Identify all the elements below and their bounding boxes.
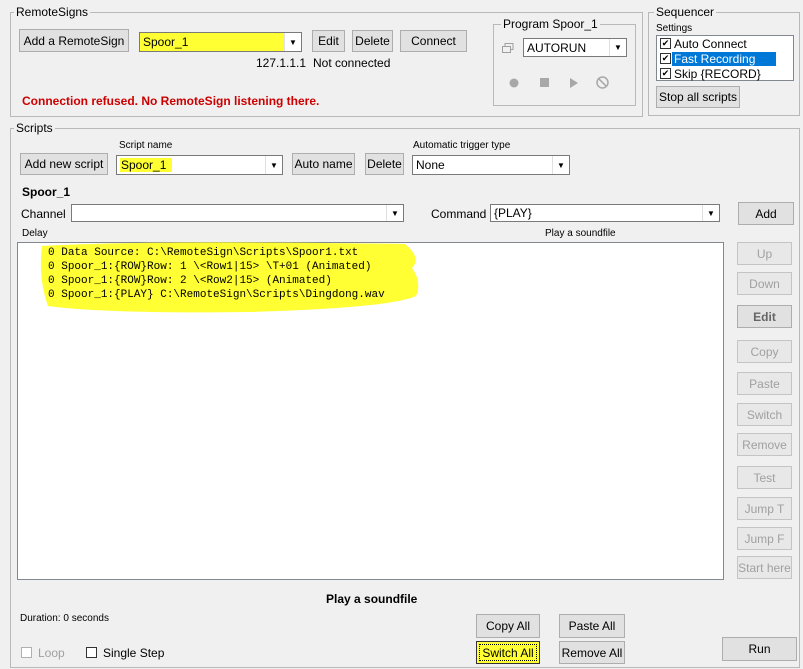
remotesigns-group-title: RemoteSigns bbox=[14, 5, 91, 19]
sequencer-group-title: Sequencer bbox=[654, 5, 717, 19]
switch-all-button[interactable]: Switch All bbox=[476, 641, 540, 664]
script-name-select[interactable]: Spoor_1 ▼ bbox=[116, 155, 283, 175]
script-duration: Duration: 0 seconds bbox=[20, 613, 109, 624]
line-delay: 0 bbox=[48, 275, 55, 287]
script-line[interactable]: 0 Spoor_1:{PLAY} C:\RemoteSign\Scripts\D… bbox=[48, 289, 385, 301]
chevron-down-icon[interactable]: ▼ bbox=[609, 39, 626, 56]
command-label: Command bbox=[431, 207, 487, 221]
remove-line-button[interactable]: Remove bbox=[737, 433, 792, 456]
settings-label: Settings bbox=[656, 23, 693, 34]
line-delay: 0 bbox=[48, 261, 55, 273]
line-delay: 0 bbox=[48, 247, 55, 259]
chevron-down-icon[interactable]: ▼ bbox=[265, 156, 282, 174]
loop-label: Loop bbox=[38, 646, 65, 660]
connection-status: Not connected bbox=[313, 56, 391, 70]
auto-name-button[interactable]: Auto name bbox=[292, 153, 355, 175]
add-command-button[interactable]: Add bbox=[738, 202, 794, 225]
trigger-type-label: Automatic trigger type bbox=[413, 140, 511, 151]
setting-fast-recording[interactable]: ✔ Fast Recording bbox=[657, 52, 793, 66]
setting-label: Fast Recording bbox=[672, 52, 776, 66]
test-line-button[interactable]: Test bbox=[737, 466, 792, 489]
stop-icon[interactable] bbox=[540, 78, 549, 87]
stop-all-scripts-button[interactable]: Stop all scripts bbox=[656, 86, 740, 108]
move-up-button[interactable]: Up bbox=[737, 242, 792, 265]
jump-true-button[interactable]: Jump T bbox=[737, 497, 792, 520]
remove-all-button[interactable]: Remove All bbox=[559, 641, 625, 664]
edit-remotesign-button[interactable]: Edit bbox=[312, 30, 345, 52]
program-mode-select[interactable]: AUTORUN ▼ bbox=[523, 38, 627, 57]
line-text: Spoor_1:{ROW}Row: 1 \<Row1|15> \T+01 (An… bbox=[61, 261, 372, 273]
command-value: {PLAY} bbox=[494, 206, 532, 220]
trigger-type-select[interactable]: None ▼ bbox=[412, 155, 570, 175]
add-remotesign-button[interactable]: Add a RemoteSign bbox=[19, 29, 129, 52]
jump-false-button[interactable]: Jump F bbox=[737, 527, 792, 550]
single-step-checkbox[interactable] bbox=[86, 647, 97, 658]
line-text: Spoor_1:{ROW}Row: 2 \<Row2|15> (Animated… bbox=[61, 275, 332, 287]
play-icon[interactable] bbox=[570, 77, 578, 88]
copy-line-button[interactable]: Copy bbox=[737, 340, 792, 363]
channel-label: Channel bbox=[21, 207, 66, 221]
add-new-script-button[interactable]: Add new script bbox=[20, 153, 108, 175]
script-line[interactable]: 0 Spoor_1:{ROW}Row: 2 \<Row2|15> (Animat… bbox=[48, 275, 332, 287]
script-name-value: Spoor_1 bbox=[117, 158, 265, 172]
command-description: Play a soundfile bbox=[326, 592, 418, 606]
channel-select[interactable]: ▼ bbox=[71, 204, 404, 222]
script-line[interactable]: 0 Spoor_1:{ROW}Row: 1 \<Row1|15> \T+01 (… bbox=[48, 261, 371, 273]
command-hint: Play a soundfile bbox=[545, 228, 616, 239]
trigger-type-value: None bbox=[416, 158, 445, 172]
start-here-button[interactable]: Start here bbox=[737, 556, 792, 579]
connection-error-message: Connection refused. No RemoteSign listen… bbox=[22, 94, 320, 108]
record-icon[interactable] bbox=[509, 77, 519, 88]
program-group bbox=[493, 24, 636, 106]
paste-line-button[interactable]: Paste bbox=[737, 372, 792, 395]
checkbox[interactable]: ✔ bbox=[660, 68, 671, 79]
remotesign-address: 127.1.1.1 bbox=[256, 56, 307, 70]
loop-checkbox[interactable] bbox=[21, 647, 32, 658]
chevron-down-icon[interactable]: ▼ bbox=[284, 33, 301, 51]
setting-auto-connect[interactable]: ✔ Auto Connect bbox=[657, 37, 793, 51]
scripts-group-title: Scripts bbox=[14, 121, 55, 135]
move-down-button[interactable]: Down bbox=[737, 272, 792, 295]
setting-skip-record[interactable]: ✔ Skip {RECORD} bbox=[657, 67, 793, 81]
line-text: Spoor_1:{PLAY} C:\RemoteSign\Scripts\Din… bbox=[61, 289, 385, 301]
delete-script-button[interactable]: Delete bbox=[365, 153, 404, 175]
line-text: Data Source: C:\RemoteSign\Scripts\Spoor… bbox=[61, 247, 359, 259]
remotesign-select-value: Spoor_1 bbox=[143, 35, 189, 49]
chevron-down-icon[interactable]: ▼ bbox=[552, 156, 569, 174]
program-group-title: Program Spoor_1 bbox=[501, 17, 600, 31]
cancel-icon[interactable] bbox=[596, 76, 609, 89]
checkbox[interactable]: ✔ bbox=[660, 53, 671, 64]
switch-line-button[interactable]: Switch bbox=[737, 403, 792, 426]
paste-all-button[interactable]: Paste All bbox=[559, 614, 625, 638]
command-select[interactable]: {PLAY} ▼ bbox=[490, 204, 720, 222]
window-restore-icon bbox=[502, 42, 514, 53]
single-step-label: Single Step bbox=[103, 646, 165, 660]
delete-remotesign-button[interactable]: Delete bbox=[352, 30, 393, 52]
line-delay: 0 bbox=[48, 289, 55, 301]
connect-button[interactable]: Connect bbox=[400, 30, 467, 52]
remotesign-select[interactable]: Spoor_1 ▼ bbox=[139, 32, 302, 52]
script-name-label: Script name bbox=[119, 140, 173, 151]
checkbox[interactable]: ✔ bbox=[660, 38, 671, 49]
setting-label: Skip {RECORD} bbox=[674, 67, 761, 81]
script-line[interactable]: 0 Data Source: C:\RemoteSign\Scripts\Spo… bbox=[48, 247, 358, 259]
setting-label: Auto Connect bbox=[674, 37, 747, 51]
program-mode-value: AUTORUN bbox=[527, 40, 587, 55]
chevron-down-icon[interactable]: ▼ bbox=[386, 205, 403, 221]
current-script-title: Spoor_1 bbox=[22, 185, 71, 199]
chevron-down-icon[interactable]: ▼ bbox=[702, 205, 719, 221]
copy-all-button[interactable]: Copy All bbox=[476, 614, 540, 638]
edit-line-button[interactable]: Edit bbox=[737, 305, 792, 328]
sequencer-settings-list[interactable]: ✔ Auto Connect ✔ Fast Recording ✔ Skip {… bbox=[656, 35, 794, 81]
run-button[interactable]: Run bbox=[722, 637, 797, 661]
